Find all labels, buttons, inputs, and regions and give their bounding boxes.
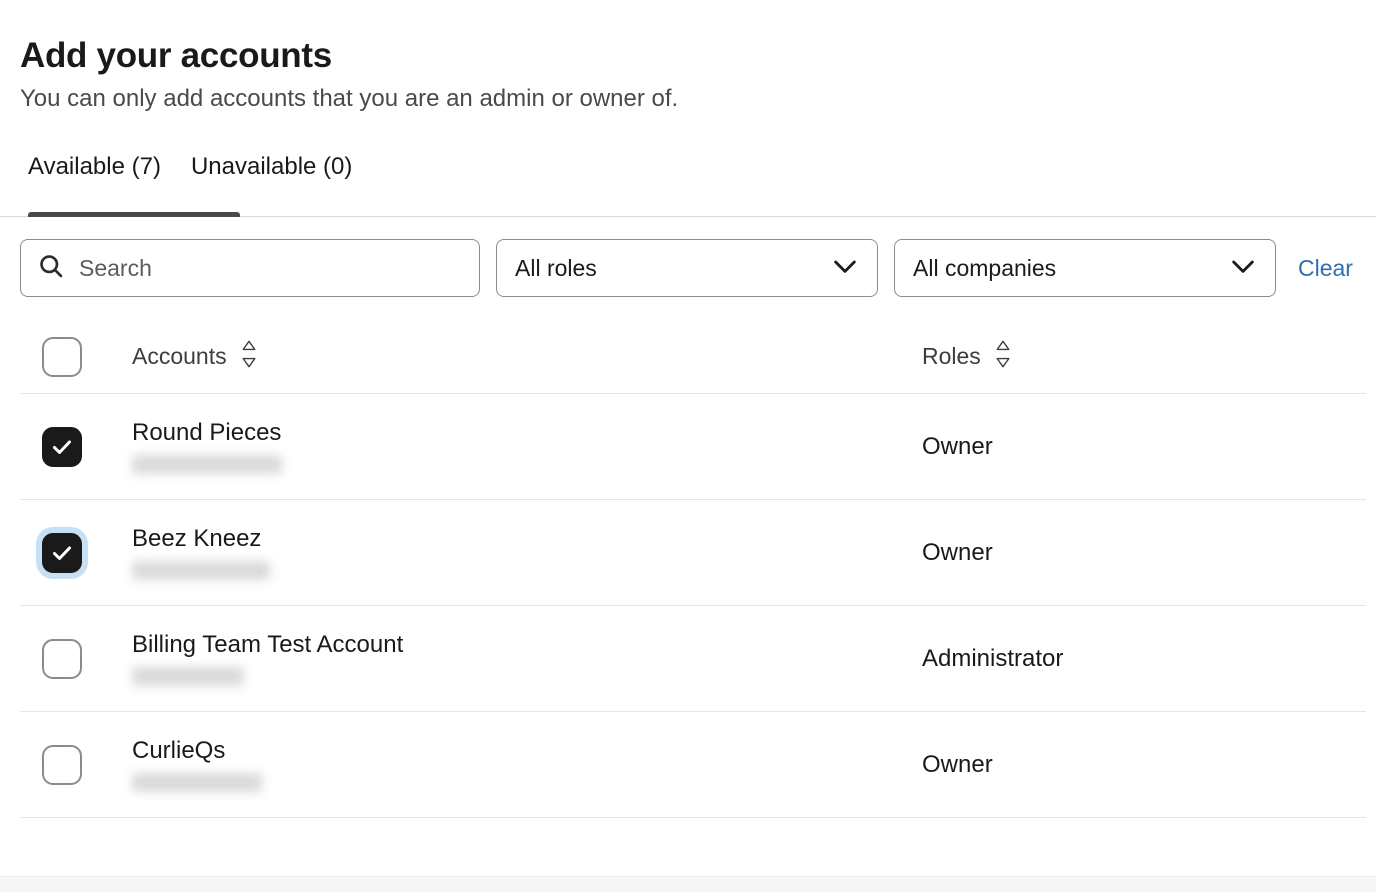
table-body: Round PiecesOwnerBeez KneezOwnerBilling … <box>0 394 1376 818</box>
row-checkbox-cell <box>20 533 132 573</box>
role-value: Administrator <box>922 645 1063 673</box>
page-header: Add your accounts You can only add accou… <box>0 0 1376 114</box>
roles-column-sort-button[interactable]: Roles <box>922 339 1013 375</box>
account-cell: Round Pieces <box>132 420 922 474</box>
table-row[interactable]: Round PiecesOwner <box>0 394 1376 500</box>
search-icon <box>37 252 65 285</box>
roles-column-label: Roles <box>922 343 981 370</box>
tab-unavailable[interactable]: Unavailable (0) <box>183 139 374 195</box>
table-row[interactable]: CurlieQsOwner <box>0 712 1376 818</box>
row-checkbox[interactable] <box>42 639 82 679</box>
table-row[interactable]: Billing Team Test AccountAdministrator <box>0 606 1376 712</box>
row-checkbox-cell <box>20 427 132 467</box>
table-row[interactable]: Beez KneezOwner <box>0 500 1376 606</box>
account-cell: CurlieQs <box>132 738 922 792</box>
account-name: CurlieQs <box>132 738 922 764</box>
account-detail-redacted <box>132 667 244 686</box>
account-cell: Billing Team Test Account <box>132 632 922 686</box>
sort-updown-icon <box>239 339 259 375</box>
role-cell: Administrator <box>922 645 1376 673</box>
chevron-down-icon <box>829 250 861 287</box>
row-checkbox[interactable] <box>42 533 82 573</box>
accounts-column-label: Accounts <box>132 343 227 370</box>
filter-bar: All roles All companies Clear <box>0 217 1376 297</box>
tab-bar: Available (7) Unavailable (0) <box>0 139 1376 217</box>
companies-filter-select[interactable]: All companies <box>894 239 1276 297</box>
roles-column-header-cell: Roles <box>922 339 1376 375</box>
search-input[interactable] <box>77 240 479 296</box>
search-box[interactable] <box>20 239 480 297</box>
companies-filter-value: All companies <box>913 255 1227 282</box>
page-subtitle: You can only add accounts that you are a… <box>20 84 1376 114</box>
account-name: Beez Kneez <box>132 526 922 552</box>
role-value: Owner <box>922 433 993 461</box>
table-header-row: Accounts Roles <box>0 319 1376 394</box>
role-value: Owner <box>922 751 993 779</box>
account-cell: Beez Kneez <box>132 526 922 580</box>
active-tab-indicator <box>28 212 240 217</box>
account-detail-redacted <box>132 773 262 792</box>
tab-available[interactable]: Available (7) <box>20 139 183 195</box>
accounts-table: Accounts Roles <box>0 319 1376 818</box>
role-cell: Owner <box>922 433 1376 461</box>
row-checkbox[interactable] <box>42 745 82 785</box>
chevron-down-icon <box>1227 250 1259 287</box>
row-checkbox-cell <box>20 639 132 679</box>
add-accounts-page: Add your accounts You can only add accou… <box>0 0 1376 892</box>
row-checkbox-cell <box>20 745 132 785</box>
accounts-column-header-cell: Accounts <box>132 339 922 375</box>
account-detail-redacted <box>132 561 270 580</box>
clear-filters-link[interactable]: Clear <box>1298 255 1353 282</box>
accounts-column-sort-button[interactable]: Accounts <box>132 339 922 375</box>
footer-strip <box>0 876 1376 892</box>
account-detail-redacted <box>132 455 282 474</box>
select-all-cell <box>20 337 132 377</box>
tab-strip: Available (7) Unavailable (0) <box>20 139 1376 195</box>
role-cell: Owner <box>922 751 1376 779</box>
role-cell: Owner <box>922 539 1376 567</box>
roles-filter-value: All roles <box>515 255 829 282</box>
roles-filter-select[interactable]: All roles <box>496 239 878 297</box>
select-all-checkbox[interactable] <box>42 337 82 377</box>
account-name: Round Pieces <box>132 420 922 446</box>
role-value: Owner <box>922 539 993 567</box>
sort-updown-icon <box>993 339 1013 375</box>
page-title: Add your accounts <box>20 36 1376 75</box>
row-checkbox[interactable] <box>42 427 82 467</box>
account-name: Billing Team Test Account <box>132 632 922 658</box>
